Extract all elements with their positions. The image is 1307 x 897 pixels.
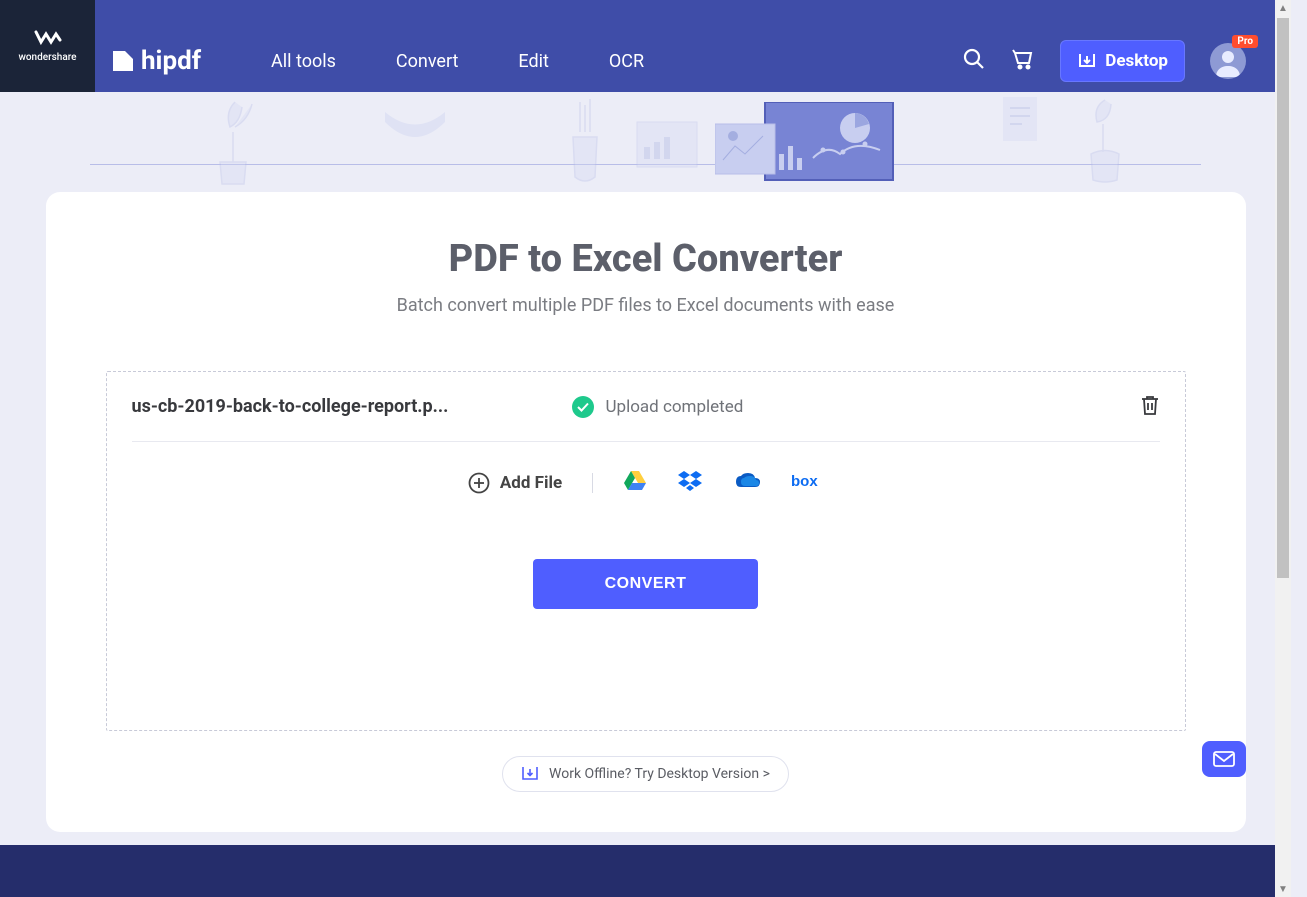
add-file-row: Add File box bbox=[132, 442, 1160, 524]
scroll-thumb[interactable] bbox=[1277, 18, 1289, 578]
page-subtitle: Batch convert multiple PDF files to Exce… bbox=[106, 295, 1186, 316]
download-desktop-icon bbox=[521, 765, 539, 783]
pro-badge: Pro bbox=[1232, 35, 1258, 48]
email-icon bbox=[1213, 751, 1235, 767]
app-header: wondershare hipdf All tools Convert Edit… bbox=[0, 0, 1291, 92]
hipdf-logo[interactable]: hipdf bbox=[113, 46, 201, 76]
trash-icon bbox=[1140, 394, 1160, 416]
delete-file-button[interactable] bbox=[1140, 394, 1160, 420]
file-status: Upload completed bbox=[572, 396, 1140, 418]
email-fab-button[interactable] bbox=[1202, 741, 1246, 777]
plus-circle-icon bbox=[468, 472, 490, 494]
hipdf-icon bbox=[113, 51, 133, 71]
cart-icon[interactable] bbox=[1011, 47, 1035, 75]
dropbox-icon[interactable] bbox=[677, 470, 703, 496]
google-drive-icon[interactable] bbox=[623, 470, 647, 496]
avatar bbox=[1210, 43, 1246, 79]
nav-edit[interactable]: Edit bbox=[488, 51, 578, 72]
desktop-button[interactable]: Desktop bbox=[1060, 40, 1185, 82]
offline-label: Work Offline? Try Desktop Version > bbox=[549, 766, 770, 782]
svg-text:box: box bbox=[791, 473, 818, 490]
add-file-button[interactable]: Add File bbox=[468, 472, 562, 494]
footer-bar bbox=[0, 845, 1275, 897]
check-circle-icon bbox=[572, 396, 594, 418]
wondershare-icon bbox=[34, 30, 62, 48]
download-icon bbox=[1077, 51, 1097, 71]
file-dropzone[interactable]: us-cb-2019-back-to-college-report.p... U… bbox=[106, 371, 1186, 731]
nav-ocr[interactable]: OCR bbox=[579, 51, 674, 72]
divider bbox=[592, 473, 593, 493]
box-icon[interactable]: box bbox=[791, 472, 823, 494]
desktop-label: Desktop bbox=[1105, 51, 1168, 71]
wondershare-logo-block[interactable]: wondershare bbox=[0, 0, 95, 92]
hipdf-label: hipdf bbox=[141, 46, 201, 76]
file-name: us-cb-2019-back-to-college-report.p... bbox=[132, 396, 572, 417]
avatar-wrap[interactable]: Pro bbox=[1210, 43, 1246, 79]
scrollbar[interactable]: ▲ ▼ bbox=[1275, 0, 1291, 897]
convert-button[interactable]: CONVERT bbox=[533, 559, 759, 609]
status-text: Upload completed bbox=[606, 397, 744, 417]
add-file-label: Add File bbox=[500, 473, 562, 493]
nav-row: hipdf All tools Convert Edit OCR Desktop… bbox=[95, 30, 1246, 92]
nav-all-tools[interactable]: All tools bbox=[241, 51, 366, 72]
scroll-down-arrow[interactable]: ▼ bbox=[1275, 881, 1291, 897]
wondershare-label: wondershare bbox=[18, 52, 76, 63]
file-row: us-cb-2019-back-to-college-report.p... U… bbox=[132, 372, 1160, 442]
main-card: PDF to Excel Converter Batch convert mul… bbox=[46, 192, 1246, 832]
page-title: PDF to Excel Converter bbox=[106, 237, 1186, 281]
search-icon[interactable] bbox=[962, 47, 986, 75]
work-offline-button[interactable]: Work Offline? Try Desktop Version > bbox=[502, 756, 789, 792]
header-right: Desktop Pro bbox=[962, 40, 1246, 82]
nav-convert[interactable]: Convert bbox=[366, 51, 489, 72]
onedrive-icon[interactable] bbox=[733, 472, 761, 494]
scroll-up-arrow[interactable]: ▲ bbox=[1275, 0, 1291, 16]
